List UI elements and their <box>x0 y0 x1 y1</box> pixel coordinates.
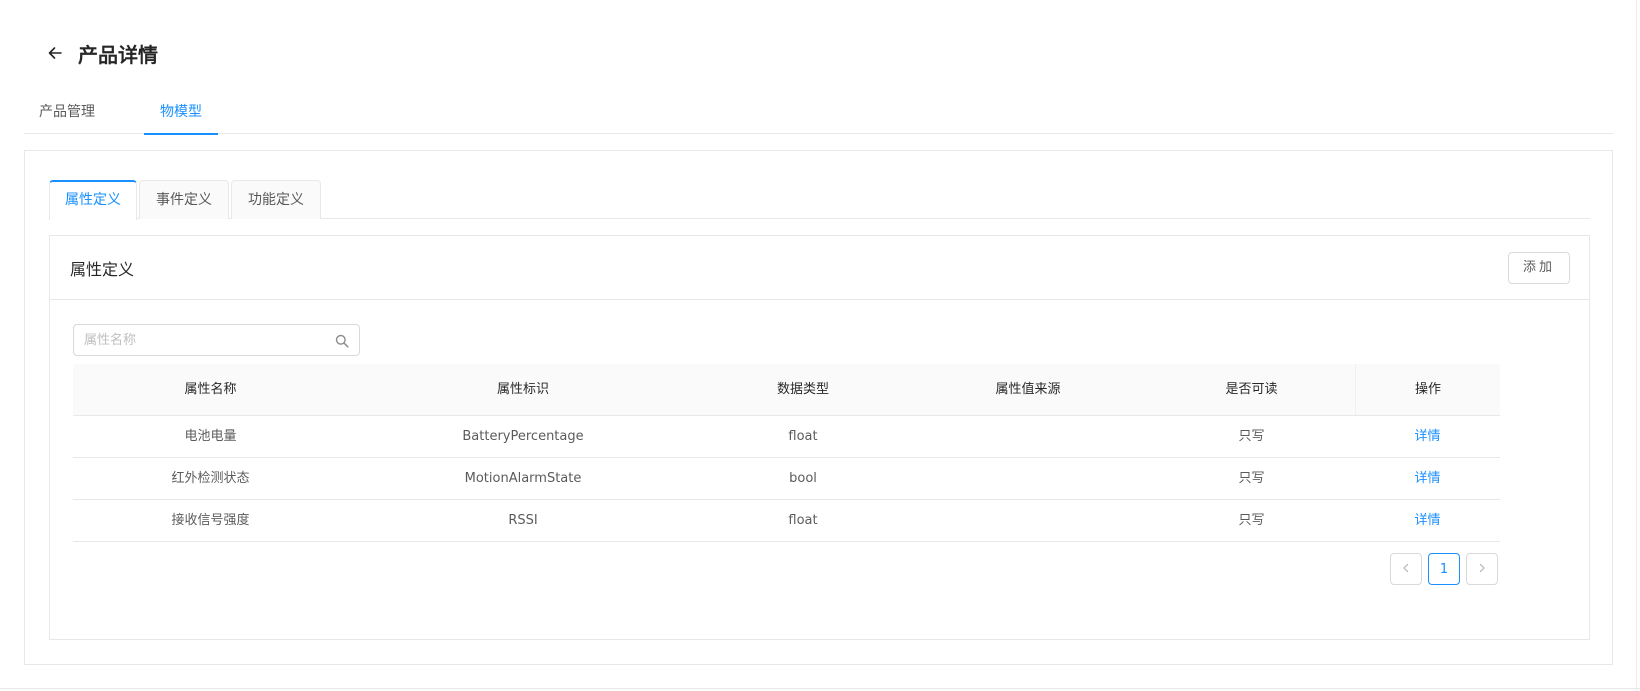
table-row: 红外检测状态 MotionAlarmState bool 只写 详情 <box>73 458 1500 500</box>
cell-readable: 只写 <box>1238 471 1265 486</box>
cell-identifier: RSSI <box>508 513 538 528</box>
panel-title: 属性定义 <box>70 260 135 279</box>
cell-action: 详情 <box>1355 458 1500 499</box>
active-tab-indicator <box>144 133 218 135</box>
page-number-button[interactable]: 1 <box>1428 553 1460 585</box>
column-header: 属性标识 <box>496 382 549 397</box>
table-header: 属性名称 属性标识 数据类型 属性值来源 是否可读 操作 <box>73 364 1500 416</box>
table-row: 接收信号强度 RSSI float 只写 详情 <box>73 500 1500 542</box>
cell-source <box>908 416 1148 457</box>
column-header: 属性值来源 <box>995 382 1061 397</box>
column-header: 属性名称 <box>184 382 237 397</box>
cell-action: 详情 <box>1355 416 1500 457</box>
arrow-left-icon[interactable] <box>44 42 66 64</box>
page: 产品详情 产品管理 物模型 属性定义 事件定义 功能定义 属性定义 添加 属性名… <box>0 0 1640 691</box>
page-title: 产品详情 <box>78 42 158 67</box>
table-row: 电池电量 BatteryPercentage float 只写 详情 <box>73 416 1500 458</box>
definition-tab-bar: 属性定义 事件定义 功能定义 <box>49 180 1590 220</box>
detail-link[interactable]: 详情 <box>1414 513 1440 528</box>
next-page-button[interactable] <box>1466 553 1498 585</box>
cell-readable: 只写 <box>1238 513 1265 528</box>
cell-name: 红外检测状态 <box>171 471 250 486</box>
add-button[interactable]: 添加 <box>1508 252 1570 284</box>
cell-source <box>908 500 1148 541</box>
column-header: 是否可读 <box>1225 382 1278 397</box>
cell-identifier: BatteryPercentage <box>462 429 584 444</box>
search-input[interactable] <box>74 325 324 355</box>
tab-label: 事件定义 <box>156 192 212 208</box>
tab-label: 物模型 <box>160 104 202 120</box>
thing-model-card: 属性定义 事件定义 功能定义 属性定义 添加 属性名称 属性名称 属性标识 数据… <box>24 150 1613 665</box>
tab-label: 产品管理 <box>39 104 95 120</box>
panel-header: 属性定义 添加 <box>50 236 1589 300</box>
tab-function-definition[interactable]: 功能定义 <box>231 180 321 219</box>
detail-link[interactable]: 详情 <box>1414 471 1440 486</box>
property-definition-panel: 属性定义 添加 属性名称 属性标识 数据类型 属性值来源 <box>49 235 1590 640</box>
cell-identifier: MotionAlarmState <box>464 471 582 486</box>
right-divider <box>1636 0 1637 691</box>
chevron-left-icon <box>1401 562 1411 577</box>
detail-link[interactable]: 详情 <box>1414 429 1440 444</box>
property-table: 属性名称 属性标识 数据类型 属性值来源 是否可读 操作 电池电量 Batter… <box>73 364 1500 542</box>
bottom-divider <box>0 688 1640 689</box>
cell-name: 接收信号强度 <box>171 513 250 528</box>
column-header: 操作 <box>1355 364 1500 415</box>
page-header: 产品详情 <box>44 36 158 70</box>
tab-property-definition[interactable]: 属性定义 <box>49 180 137 220</box>
column-header: 数据类型 <box>776 382 829 397</box>
tab-product-management[interactable]: 产品管理 <box>24 94 110 134</box>
cell-type: bool <box>789 471 817 486</box>
cell-type: float <box>788 513 818 528</box>
tab-label: 功能定义 <box>248 192 304 208</box>
cell-name: 电池电量 <box>184 429 237 444</box>
prev-page-button[interactable] <box>1390 553 1422 585</box>
cell-source <box>908 458 1148 499</box>
cell-readable: 只写 <box>1238 429 1265 444</box>
search-icon[interactable] <box>335 333 349 348</box>
chevron-right-icon <box>1477 562 1487 577</box>
cell-action: 详情 <box>1355 500 1500 541</box>
tab-event-definition[interactable]: 事件定义 <box>139 180 229 219</box>
cell-type: float <box>788 429 818 444</box>
search-box <box>73 324 360 356</box>
top-tab-bar: 产品管理 物模型 <box>24 94 1613 135</box>
tab-label: 属性定义 <box>65 192 121 208</box>
tab-thing-model[interactable]: 物模型 <box>144 94 218 135</box>
